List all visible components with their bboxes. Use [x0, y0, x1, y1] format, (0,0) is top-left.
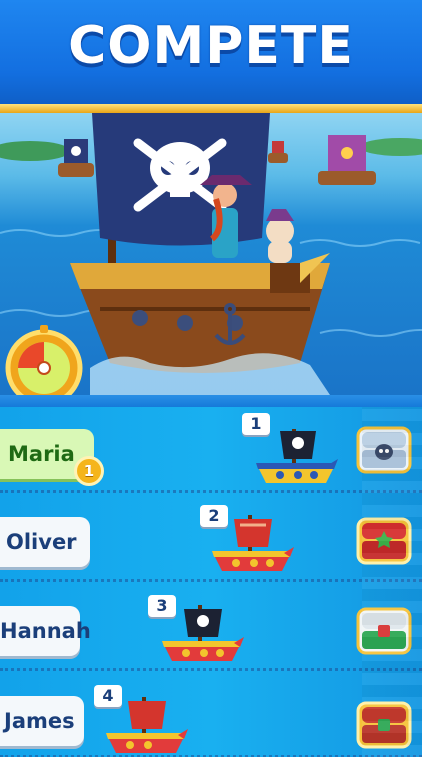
opponent-ship-icon	[212, 515, 294, 571]
player-name-tag: Oliver	[0, 517, 90, 567]
player-name-tag: Hannah	[0, 606, 91, 656]
red-chest-icon[interactable]	[354, 697, 414, 751]
player-name: Maria	[8, 442, 75, 466]
compass-timer-icon	[5, 325, 83, 395]
main-pirate-ship	[70, 113, 330, 373]
opponent-ship-icon	[162, 605, 244, 661]
cat-companion	[266, 209, 294, 263]
player-name-tag: James	[0, 696, 84, 746]
page-title: COMPETE	[68, 16, 354, 76]
pirate-scene	[0, 113, 422, 395]
race-leaderboard: Maria 1 1 Oliver 2 Hannah 3 James 4	[0, 407, 422, 757]
header-gold-band	[0, 104, 422, 113]
header-banner: COMPETE	[0, 0, 422, 104]
player-ship-icon	[256, 429, 338, 483]
first-place-medal-icon: 1	[74, 456, 104, 486]
silver-chest-icon[interactable]	[354, 422, 414, 476]
lane-divider	[0, 490, 422, 493]
player-name: James	[4, 709, 75, 733]
player-name: Oliver	[6, 530, 77, 554]
scene-divider	[0, 395, 422, 407]
lane-divider	[0, 579, 422, 582]
opponent-ship-icon	[106, 697, 188, 753]
white-green-chest-icon[interactable]	[354, 603, 414, 657]
gold-red-chest-icon[interactable]	[354, 513, 414, 567]
player-name: Hannah	[0, 619, 91, 643]
pirate-scene-illustration	[0, 113, 422, 395]
distant-ship-right	[268, 135, 376, 185]
lane-divider	[0, 668, 422, 671]
distant-ship-left	[58, 139, 94, 177]
